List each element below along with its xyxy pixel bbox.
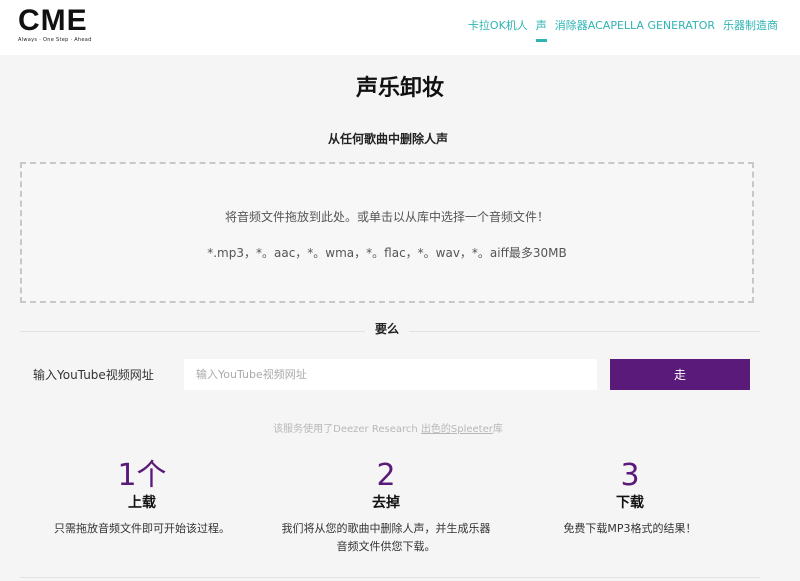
logo-tagline: Always · One Step · Ahead xyxy=(18,37,92,43)
step-upload: 1个 上载 只需拖放音频文件即可开始该过程。 xyxy=(22,458,262,538)
step-number: 3 xyxy=(620,458,640,493)
step-description: 我们将从您的歌曲中删除人声，并生成乐器音频文件供您下载。 xyxy=(281,522,491,553)
dropzone-instructions: 将音频文件拖放到此处。或单击以从库中选择一个音频文件！ xyxy=(224,210,549,224)
go-button[interactable]: 走 xyxy=(610,359,750,390)
dropzone-formats: *.mp3，*。aac，*。wma，*。flac，*。wav，*。aiff最多3… xyxy=(207,246,567,260)
nav-item-instrumental[interactable]: 乐器制造商 xyxy=(723,17,778,33)
youtube-url-input[interactable] xyxy=(184,359,597,390)
credit-link-excellent[interactable]: 出色的 xyxy=(421,424,451,435)
step-title: 去掉 xyxy=(372,495,400,511)
credit-text: 该服务使用了Deezer Research 出色的Spleeter库 xyxy=(0,420,776,435)
step-number: 2 xyxy=(376,458,396,493)
step-number: 1个 xyxy=(117,458,167,493)
page-title: 声乐卸妆 xyxy=(355,76,444,101)
youtube-url-label: 输入YouTube视频网址 xyxy=(33,368,154,382)
file-dropzone[interactable]: 将音频文件拖放到此处。或单击以从库中选择一个音频文件！ *.mp3，*。aac，… xyxy=(20,162,754,303)
step-title: 上载 xyxy=(128,495,156,511)
credit-link-spleeter[interactable]: Spleeter xyxy=(451,424,493,435)
logo-mark: CME xyxy=(18,4,88,37)
top-nav: 卡拉OK机人 声 消除器ACAPELLA GENERATOR 乐器制造商 xyxy=(468,17,778,42)
step-title: 下载 xyxy=(616,495,644,511)
step-description: 免费下载MP3格式的结果！ xyxy=(563,522,697,535)
step-remove: 2 去掉 我们将从您的歌曲中删除人声，并生成乐器音频文件供您下载。 xyxy=(266,458,506,556)
header: CME Always · One Step · Ahead 卡拉OK机人 声 消… xyxy=(0,0,800,55)
step-description: 只需拖放音频文件即可开始该过程。 xyxy=(54,522,230,535)
credit-prefix: 该服务使用了Deezer Research xyxy=(273,424,421,435)
nav-item-karaoke[interactable]: 卡拉OK机人 xyxy=(468,17,528,33)
page-subtitle: 从任何歌曲中删除人声 xyxy=(327,132,448,146)
logo[interactable]: CME Always · One Step · Ahead xyxy=(18,6,118,46)
nav-item-vocal[interactable]: 声 xyxy=(535,17,547,42)
credit-suffix: 库 xyxy=(492,424,503,435)
nav-item-acapella[interactable]: 消除器ACAPELLA GENERATOR xyxy=(555,17,715,33)
step-download: 3 下载 免费下载MP3格式的结果！ xyxy=(510,458,750,538)
footer-divider xyxy=(20,577,760,578)
or-separator: 要么 xyxy=(365,320,410,337)
